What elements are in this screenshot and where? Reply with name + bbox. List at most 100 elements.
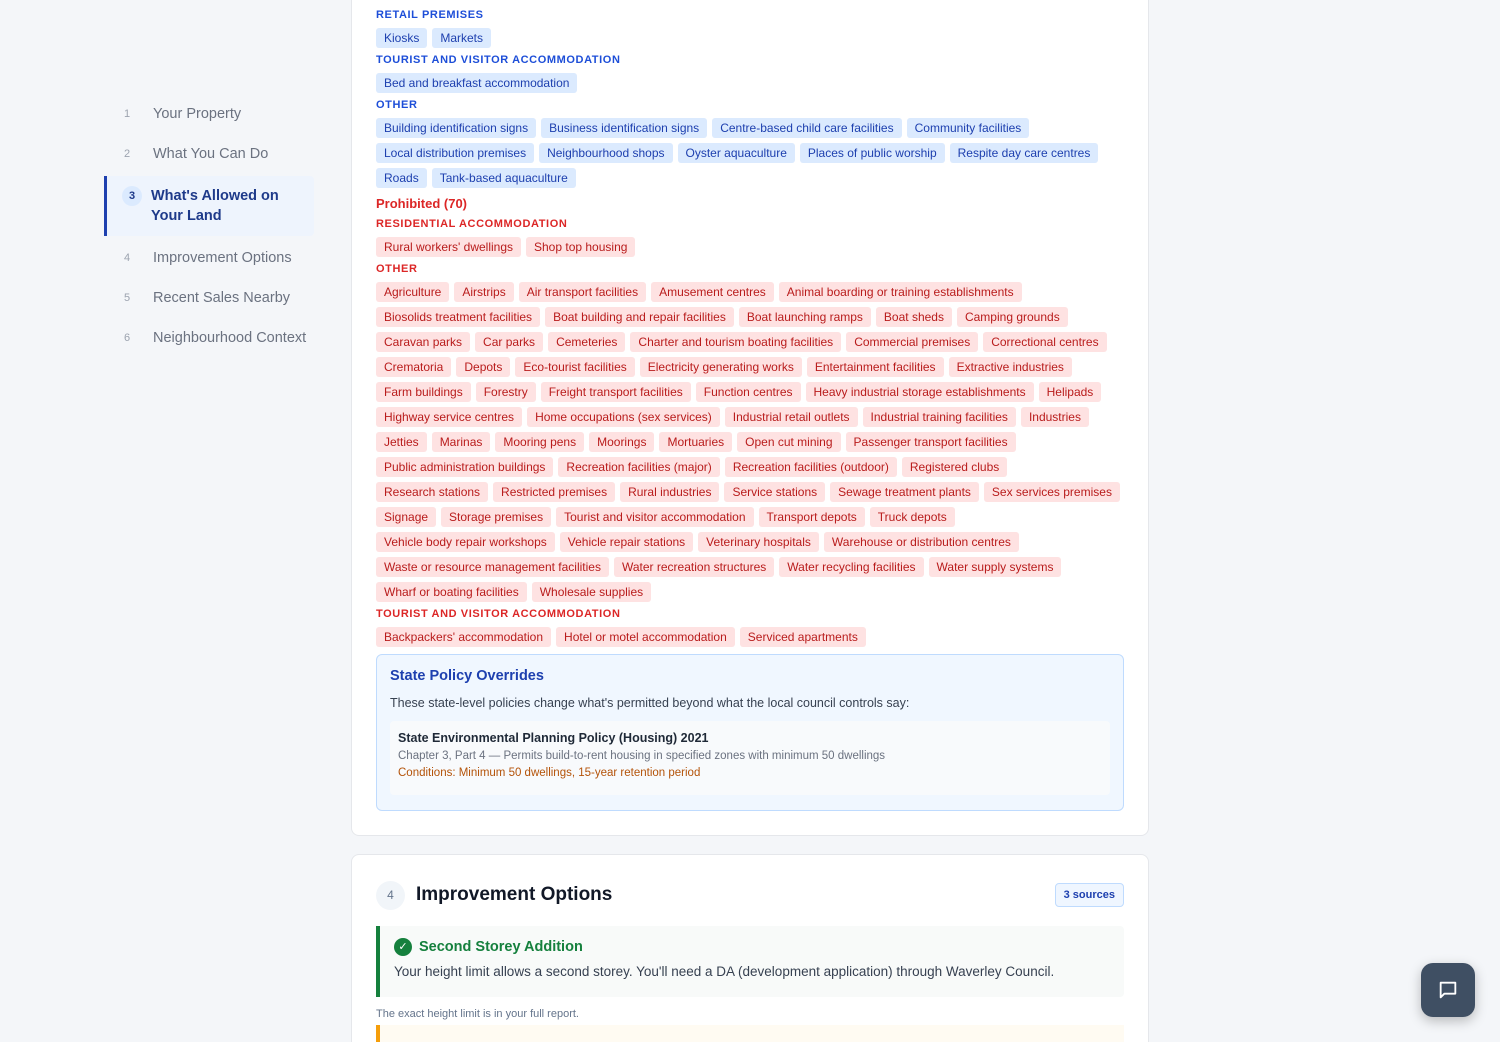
group-heading: OTHER (376, 263, 418, 275)
prohibited-use-chip: Veterinary hospitals (698, 532, 819, 552)
state-policy-overrides: State Policy Overrides These state-level… (376, 654, 1124, 811)
prohibited-use-chip: Commercial premises (846, 332, 979, 352)
group-heading: RETAIL PREMISES (376, 9, 484, 21)
prohibited-use-chip: Boat launching ramps (738, 307, 871, 327)
nav-label: Neighbourhood Context (153, 330, 307, 346)
prohibited-use-chip: Research stations (376, 482, 489, 502)
prohibited-use-chip: Sex services premises (983, 482, 1120, 502)
permitted-use-chip: Markets (432, 28, 492, 48)
prohibited-use-chip: Service stations (724, 482, 826, 502)
prohibited-use-chip: Marinas (431, 432, 491, 452)
nav-item-your-property[interactable]: 1 Your Property (104, 94, 314, 134)
nav-item-what-you-can-do[interactable]: 2 What You Can Do (104, 134, 314, 174)
chip-list: Bed and breakfast accommodation (376, 73, 1124, 93)
prohibited-use-chip: Vehicle body repair workshops (376, 532, 555, 552)
permitted-uses: RETAIL PREMISES Kiosks Markets TOURIST AND … (376, 7, 1124, 188)
policy-item: State Environmental Planning Policy (Hou… (390, 721, 1110, 795)
check-icon: ✓ (394, 938, 412, 956)
section-number: 4 (376, 880, 405, 910)
chat-icon (1439, 981, 1457, 999)
prohibited-use-chip: Moorings (589, 432, 655, 452)
nav-item-improvement-options[interactable]: 4 Improvement Options (104, 238, 314, 278)
prohibited-use-chip: Water recreation structures (613, 557, 775, 577)
permitted-use-chip: Business identification signs (541, 118, 708, 138)
prohibited-use-chip: Charter and tourism boating facilities (630, 332, 842, 352)
prohibited-use-chip: Home occupations (sex services) (527, 407, 720, 427)
nav-number: 5 (124, 292, 131, 304)
prohibited-use-chip: Helipads (1038, 382, 1102, 402)
permitted-use-chip: Centre-based child care facilities (712, 118, 902, 138)
section-title: Improvement Options (416, 884, 613, 905)
chip-list: Rural workers' dwellings Shop top housing (376, 237, 1124, 257)
permitted-use-chip: Bed and breakfast accommodation (376, 73, 578, 93)
chip-list: Backpackers' accommodation Hotel or motel… (376, 627, 1124, 647)
permitted-use-chip: Local distribution premises (376, 143, 535, 163)
option-title: Second Storey Addition (419, 939, 583, 955)
prohibited-use-chip: Car parks (475, 332, 544, 352)
section-nav: 1 Your Property 2 What You Can Do 3 What… (104, 94, 314, 358)
prohibited-use-chip: Highway service centres (376, 407, 523, 427)
prohibited-use-chip: Transport depots (758, 507, 865, 527)
prohibited-use-chip: Recreation facilities (major) (558, 457, 720, 477)
permitted-use-chip: Roads (376, 168, 427, 188)
prohibited-use-chip: Warehouse or distribution centres (823, 532, 1019, 552)
prohibited-use-chip: Backpackers' accommodation (376, 627, 552, 647)
nav-label: Your Property (153, 106, 242, 122)
option-next (376, 1025, 1124, 1042)
permitted-use-chip: Kiosks (376, 28, 428, 48)
group-heading: RESIDENTIAL ACCOMMODATION (376, 218, 568, 230)
prohibited-use-chip: Serviced apartments (739, 627, 866, 647)
prohibited-use-chip: Vehicle repair stations (559, 532, 694, 552)
nav-label: Improvement Options (153, 250, 292, 266)
prohibited-use-chip: Mortuaries (659, 432, 733, 452)
prohibited-use-chip: Sewage treatment plants (830, 482, 979, 502)
nav-item-recent-sales[interactable]: 5 Recent Sales Nearby (104, 278, 314, 318)
prohibited-use-chip: Mooring pens (495, 432, 585, 452)
chip-list: Agriculture Airstrips Air transport facili… (376, 282, 1124, 602)
prohibited-use-chip: Waste or resource management facilities (376, 557, 609, 577)
prohibited-use-chip: Animal boarding or training establishmen… (778, 282, 1022, 302)
prohibited-use-chip: Camping grounds (956, 307, 1068, 327)
use-group: OTHER Building identification signs Busine… (376, 97, 1124, 188)
prohibited-use-chip: Caravan parks (376, 332, 471, 352)
nav-item-neighbourhood-context[interactable]: 6 Neighbourhood Context (104, 318, 314, 358)
height-note: The exact height limit is in your full r… (376, 1008, 579, 1020)
policy-detail: Chapter 3, Part 4 — Permits build-to-ren… (398, 750, 886, 762)
prohibited-use-chip: Airstrips (454, 282, 514, 302)
use-group: TOURIST AND VISITOR ACCOMMODATION Backpac… (376, 606, 1124, 647)
permitted-use-chip: Neighbourhood shops (539, 143, 673, 163)
nav-number: 2 (124, 148, 131, 160)
prohibited-use-chip: Restricted premises (493, 482, 616, 502)
prohibited-use-chip: Eco-tourist facilities (515, 357, 635, 377)
use-group: TOURIST AND VISITOR ACCOMMODATION Bed and… (376, 52, 1124, 93)
nav-number: 4 (124, 252, 131, 264)
option-second-storey: ✓ Second Storey Addition Your height lim… (376, 926, 1124, 997)
prohibited-use-chip: Wharf or boating facilities (376, 582, 527, 602)
prohibited-use-chip: Shop top housing (526, 237, 636, 257)
prohibited-use-chip: Farm buildings (376, 382, 471, 402)
prohibited-use-chip: Tourist and visitor accommodation (556, 507, 754, 527)
chat-button[interactable] (1421, 963, 1475, 1017)
prohibited-use-chip: Rural industries (620, 482, 720, 502)
prohibited-use-chip: Registered clubs (901, 457, 1008, 477)
nav-label: Recent Sales Nearby (153, 290, 291, 306)
prohibited-use-chip: Biosolids treatment facilities (376, 307, 541, 327)
nav-number: 1 (124, 108, 131, 120)
prohibited-use-chip: Forestry (475, 382, 536, 402)
prohibited-use-chip: Water recycling facilities (779, 557, 924, 577)
prohibited-use-chip: Boat sheds (875, 307, 952, 327)
chip-list: Building identification signs Business id… (376, 118, 1124, 188)
improvement-options-card: 4 Improvement Options 3 sources ✓ Second… (351, 854, 1149, 1042)
prohibited-use-chip: Cemeteries (548, 332, 626, 352)
land-use-lists: RETAIL PREMISES Kiosks Markets TOURIST AND … (376, 7, 1124, 651)
permitted-use-chip: Tank-based aquaculture (431, 168, 576, 188)
prohibited-use-chip: Amusement centres (651, 282, 774, 302)
section-header: 4 Improvement Options 3 sources (376, 879, 1124, 911)
prohibited-use-chip: Industrial training facilities (862, 407, 1016, 427)
group-heading: OTHER (376, 99, 418, 111)
nav-number: 3 (122, 186, 142, 206)
sources-badge[interactable]: 3 sources (1054, 883, 1124, 907)
policy-conditions: Conditions: Minimum 50 dwellings, 15-yea… (398, 767, 701, 779)
prohibited-use-chip: Public administration buildings (376, 457, 554, 477)
nav-item-whats-allowed[interactable]: 3 What's Allowed on Your Land (104, 176, 314, 236)
